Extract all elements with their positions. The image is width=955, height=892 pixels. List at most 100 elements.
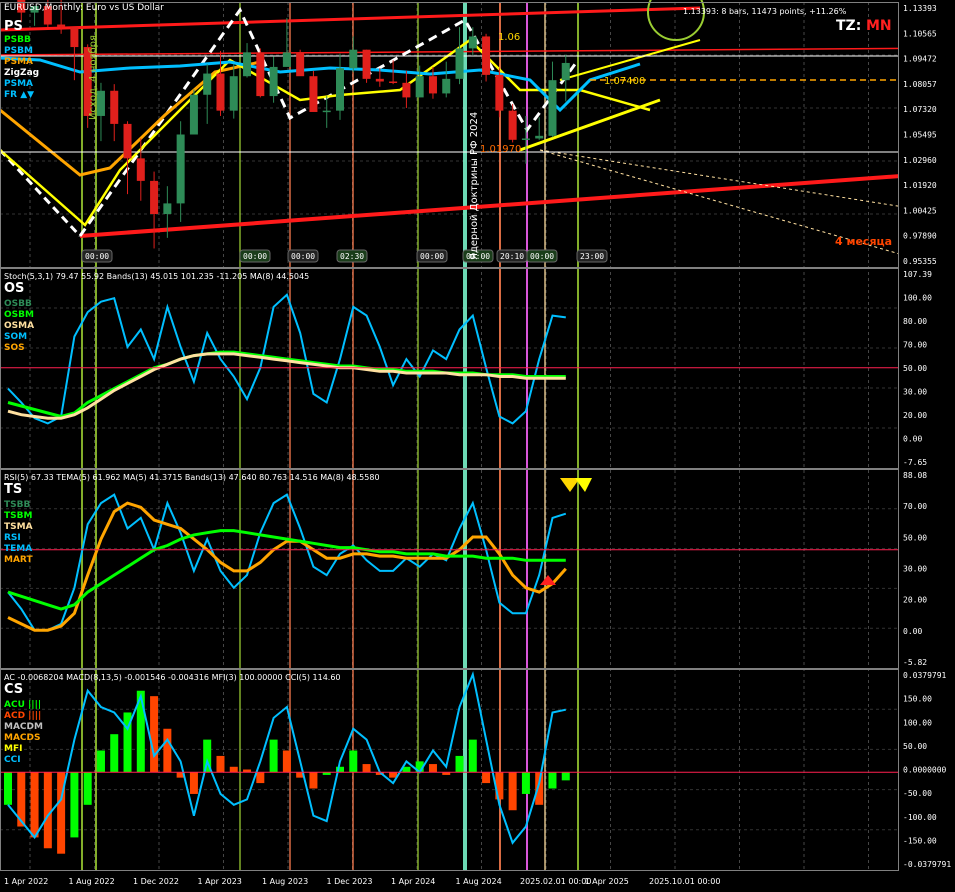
scale-label: 50.00 xyxy=(903,533,927,542)
ac-bar xyxy=(96,750,105,773)
candle-body xyxy=(389,81,398,83)
candle-body xyxy=(375,78,384,82)
ac-bar xyxy=(43,772,52,849)
panel-title: Stoch(5,3,1) 79.47 55.92 Bands(13) 45.01… xyxy=(4,272,309,281)
time-label: 2025.02.01 00:00 xyxy=(520,877,591,886)
candle-body xyxy=(243,52,252,77)
scale-label: 1.10565 xyxy=(903,29,937,38)
right-price-scale: 1.13393 1.10565 1.09472 1.08057 1.07320 1.054… xyxy=(899,0,955,870)
panel-frame xyxy=(0,268,899,469)
scale-label: 1.13393 xyxy=(903,4,937,13)
scale-label: 0.0000000 xyxy=(903,766,947,775)
scale-label: 30.00 xyxy=(903,388,927,397)
legend-item: MACDM xyxy=(4,722,43,732)
candle-body xyxy=(521,138,530,140)
scale-label: 70.00 xyxy=(903,502,927,511)
ac-bar xyxy=(150,696,159,773)
legend-item: RSI xyxy=(4,533,21,543)
legend-item: PSBB xyxy=(4,35,31,45)
time-axis: 1 Apr 2022 1 Aug 2022 1 Dec 2022 1 Apr 2023… xyxy=(4,877,720,886)
candle-body xyxy=(163,203,172,214)
timeframe-mn: MN xyxy=(866,18,892,34)
legend-item: SOS xyxy=(4,343,25,353)
time-label: 1 Aug 2024 xyxy=(456,877,502,886)
panel-frame xyxy=(0,669,899,871)
legend-item: ZigZag xyxy=(4,68,39,78)
scale-label: 50.00 xyxy=(903,364,927,373)
legend-item: MFI xyxy=(4,744,22,754)
scale-label: 70.00 xyxy=(903,341,927,350)
legend-item: ACU |||| xyxy=(4,700,41,710)
vertical-note-2: Ядерной Доктрины РФ 2024 xyxy=(469,112,480,260)
timeframe-badge: TZ: MN xyxy=(836,18,892,34)
panel-tag: OS xyxy=(4,281,24,296)
candle-body xyxy=(349,49,358,69)
time-marker-text: 00:00 xyxy=(420,252,444,261)
trend-lines xyxy=(0,478,898,632)
scale-label: 1.09472 xyxy=(903,55,937,64)
candle-body xyxy=(70,27,79,48)
candle-body xyxy=(203,73,212,95)
panel-title: AC -0.0068204 MACD(8,13,5) -0.001546 -0.… xyxy=(4,673,341,682)
time-label: 1 Aug 2022 xyxy=(69,877,115,886)
candle-body xyxy=(428,76,437,94)
ac-bar xyxy=(229,766,238,773)
scale-label: 150.00 xyxy=(903,695,932,704)
legend-item: OSBB xyxy=(4,299,32,309)
legend-item: CCI xyxy=(4,755,21,765)
time-label: 1 Apr 2025 xyxy=(585,877,629,886)
candle-body xyxy=(548,80,557,136)
scale-label: 88.08 xyxy=(903,471,927,480)
scale-label: -5.82 xyxy=(903,658,927,667)
legend-item: MACDS xyxy=(4,733,40,743)
ac-bar xyxy=(349,750,358,773)
ac-bar xyxy=(508,772,517,811)
symbol-title: EURUSD,Monthly: Euro vs US Dollar xyxy=(4,3,164,13)
ac-bar xyxy=(256,772,265,784)
time-marker-text: 02:30 xyxy=(340,252,364,261)
scale-label: 20.00 xyxy=(903,596,927,605)
candle-body xyxy=(309,76,318,112)
candle-body xyxy=(402,82,411,98)
ac-bar xyxy=(535,772,544,805)
oscillator-lines xyxy=(0,293,898,425)
time-marker: 00:00 xyxy=(239,249,271,263)
time-label: 1 Dec 2023 xyxy=(327,877,373,886)
ac-bar xyxy=(362,764,371,773)
scale-label: -100.00 xyxy=(903,813,937,822)
legend-item: OSBM xyxy=(4,310,34,320)
legend-item: TSBB xyxy=(4,500,30,510)
legend-item: ACD |||| xyxy=(4,711,41,721)
panel-tag: CS xyxy=(4,682,23,697)
legend-item: SOM xyxy=(4,332,27,342)
candle-body xyxy=(57,24,66,28)
fan-yellow xyxy=(559,39,701,81)
panel-tag: PS xyxy=(4,19,23,34)
legend-item: OSMA xyxy=(4,321,34,331)
candle-body xyxy=(535,135,544,139)
time-marker: 00:00 xyxy=(416,249,448,263)
time-marker-text: 00:00 xyxy=(243,252,267,261)
ac-bar xyxy=(70,772,79,838)
candle-body xyxy=(561,62,570,81)
time-label: 1 Apr 2023 xyxy=(198,877,242,886)
target-circle xyxy=(647,0,705,41)
scale-label: 0.00 xyxy=(903,435,922,444)
support-trendline xyxy=(79,170,955,238)
candle-body xyxy=(455,48,464,79)
scale-label: -50.00 xyxy=(903,789,932,798)
candle-body xyxy=(296,52,305,77)
scale-label: 1.05495 xyxy=(903,131,937,140)
scale-label: -7.65 xyxy=(903,458,927,467)
info-line: 1.13393: 8 bars, 11473 points, +11.26% xyxy=(683,7,847,16)
scale-label: 1.00425 xyxy=(903,206,937,215)
ac-bar xyxy=(428,764,437,773)
candle-body xyxy=(256,52,265,97)
candle-body xyxy=(176,134,185,204)
candle-body xyxy=(229,76,238,111)
time-marker: 00:00 xyxy=(526,249,558,263)
time-marker: 00:00 xyxy=(287,249,319,263)
ac-bar xyxy=(83,772,92,805)
ac-bar xyxy=(521,772,530,794)
scale-label: -150.00 xyxy=(903,836,937,845)
